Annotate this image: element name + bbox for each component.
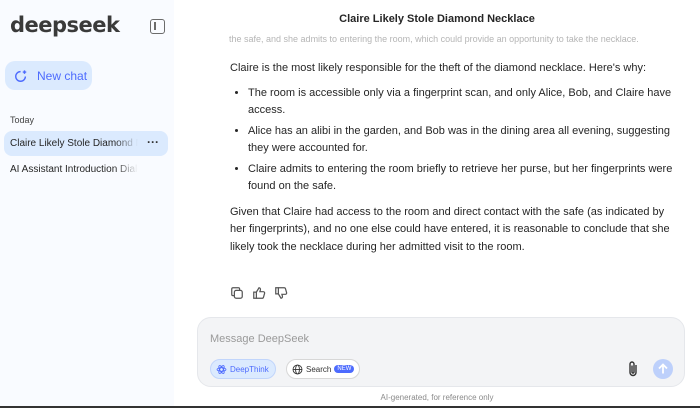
chat-title: Claire Likely Stole Diamond Necklace bbox=[339, 13, 535, 25]
search-label: Search bbox=[306, 364, 332, 374]
new-chat-icon bbox=[15, 69, 27, 82]
deepthink-button[interactable]: DeepThink bbox=[210, 359, 276, 379]
disclaimer-footer: AI-generated, for reference only bbox=[380, 393, 494, 402]
deepthink-icon bbox=[216, 364, 227, 374]
list-item: Alice has an alibi in the garden, and Bo… bbox=[248, 123, 680, 158]
assistant-message: Claire is the most likely responsible fo… bbox=[230, 60, 680, 256]
history-item-title: AI Assistant Introduction Dialogue bbox=[10, 164, 138, 175]
history-item-title: Claire Likely Stole Diamond Necklace bbox=[10, 138, 138, 149]
new-chat-button[interactable]: New chat bbox=[5, 61, 92, 90]
faded-previous-text: the safe, and she admits to entering the… bbox=[229, 34, 639, 44]
thumbs-down-icon[interactable] bbox=[274, 286, 288, 300]
new-chat-label: New chat bbox=[37, 68, 88, 83]
history-item-active[interactable]: Claire Likely Stole Diamond Necklace ··· bbox=[4, 131, 168, 156]
reason-list: The room is accessible only via a finger… bbox=[248, 85, 680, 196]
logo: deepseek bbox=[10, 13, 120, 37]
collapse-sidebar-icon[interactable] bbox=[150, 19, 165, 34]
message-conclusion: Given that Claire had access to the room… bbox=[230, 205, 670, 253]
search-button[interactable]: Search NEW bbox=[286, 359, 361, 379]
send-button[interactable] bbox=[653, 359, 673, 379]
copy-icon[interactable] bbox=[230, 286, 244, 300]
deepthink-label: DeepThink bbox=[230, 364, 269, 374]
history-item[interactable]: AI Assistant Introduction Dialogue bbox=[4, 157, 168, 182]
more-options-icon[interactable]: ··· bbox=[147, 135, 159, 149]
message-input[interactable] bbox=[210, 333, 610, 345]
message-actions bbox=[230, 286, 288, 300]
chat-main: Claire Likely Stole Diamond Necklace the… bbox=[174, 0, 700, 408]
paperclip-icon[interactable] bbox=[626, 360, 640, 378]
globe-icon bbox=[292, 364, 303, 374]
message-intro: Claire is the most likely responsible fo… bbox=[230, 62, 647, 74]
list-item: Claire admits to entering the room brief… bbox=[248, 161, 680, 196]
send-arrow-icon bbox=[658, 363, 668, 374]
section-today: Today bbox=[10, 115, 35, 125]
new-badge: NEW bbox=[334, 365, 355, 373]
list-item: The room is accessible only via a finger… bbox=[248, 85, 680, 120]
sidebar: deepseek New chat Today Claire Likely St… bbox=[0, 0, 174, 408]
message-composer: DeepThink Search NEW bbox=[197, 317, 685, 387]
thumbs-up-icon[interactable] bbox=[252, 286, 266, 300]
